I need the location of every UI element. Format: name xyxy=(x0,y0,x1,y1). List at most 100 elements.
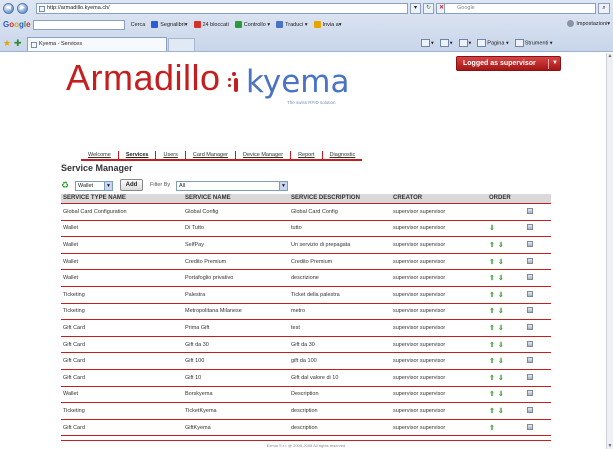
menu-item-users[interactable]: Users xyxy=(156,151,186,159)
feeds-button[interactable]: ▾ xyxy=(439,39,453,47)
browser-search-input[interactable]: Google xyxy=(444,3,596,14)
star-icon xyxy=(151,21,159,28)
cell-edit xyxy=(525,286,551,304)
order-arrows-icon[interactable]: ⇑ xyxy=(489,425,498,432)
popup-blocked-button[interactable]: 24 bloccati xyxy=(193,21,229,28)
menu-item-services[interactable]: Services xyxy=(119,151,157,159)
table-row[interactable]: Wallet Credito Premium Credito Premium supe… xyxy=(61,253,551,271)
translate-icon xyxy=(276,21,284,28)
cell-type: Ticketing xyxy=(61,303,183,321)
table-row[interactable]: Wallet Borskyema Description supervisor sup… xyxy=(61,386,551,404)
cell-order: ⇑⇓ xyxy=(487,303,525,321)
tab-kyema-services[interactable]: Kyema - Services xyxy=(27,37,167,51)
order-arrows-icon[interactable]: ⇑⇓ xyxy=(489,259,507,266)
cell-creator: supervisor supervisor xyxy=(391,286,487,304)
table-row[interactable]: Gift Card Prima Gift test supervisor superv… xyxy=(61,319,551,337)
table-row[interactable]: Wallet Di Tutto tutto supervisor supervisor… xyxy=(61,220,551,238)
edit-icon[interactable] xyxy=(527,307,533,314)
home-button[interactable]: ▾ xyxy=(421,39,434,47)
edit-icon[interactable] xyxy=(527,257,533,264)
settings-icon xyxy=(567,20,575,27)
refresh-icon[interactable]: ↻ xyxy=(423,3,434,14)
menu-item-report[interactable]: Report xyxy=(291,151,323,159)
order-arrows-icon[interactable]: ⇑⇓ xyxy=(489,292,507,299)
edit-icon[interactable] xyxy=(527,423,533,430)
order-arrows-icon[interactable]: ⇑⇓ xyxy=(489,342,507,349)
edit-icon[interactable] xyxy=(527,323,533,330)
footer-text: Exmia S.r.l. @ 2005-2008 All rights rese… xyxy=(266,443,346,448)
cell-edit xyxy=(525,236,551,254)
edit-icon[interactable] xyxy=(527,207,533,214)
scroll-down-icon[interactable]: ▼ xyxy=(607,443,613,449)
table-row[interactable]: Gift Card Gift 100 gift da 100 supervisor s… xyxy=(61,352,551,370)
forward-button[interactable]: ▶ xyxy=(17,2,28,14)
address-bar[interactable]: http://armadillo.kyema.ch/ xyxy=(36,3,408,14)
logged-user-menu[interactable]: Logged as supervisor ▼ xyxy=(456,56,561,71)
order-arrows-icon[interactable]: ⇑⇓ xyxy=(489,375,507,382)
order-arrows-icon[interactable]: ⇑⇓ xyxy=(489,242,507,249)
menu-item-welcome[interactable]: Welcome xyxy=(81,151,119,159)
cell-creator: supervisor supervisor xyxy=(391,236,487,254)
add-button[interactable]: Add xyxy=(120,179,143,191)
back-button[interactable]: ◀ xyxy=(3,2,14,14)
table-row[interactable]: Global Card Configuration Global Config Gl… xyxy=(61,203,551,221)
edit-icon[interactable] xyxy=(527,373,533,380)
cell-order: ⇑ xyxy=(487,419,525,437)
edit-icon[interactable] xyxy=(527,290,533,297)
invia-button[interactable]: Invia a▾ xyxy=(313,21,342,28)
order-arrows-icon[interactable]: ⇑⇓ xyxy=(489,408,507,415)
add-favorite-icon[interactable]: ✚ xyxy=(14,38,22,49)
table-row[interactable]: Wallet Portafoglio privativo descrizione su… xyxy=(61,269,551,287)
controllo-label: Controllo ▾ xyxy=(243,21,271,28)
menu-item-card-manager[interactable]: Card Manager xyxy=(186,151,237,159)
search-go-icon[interactable]: ⌕ xyxy=(598,3,610,14)
footer-divider xyxy=(61,440,551,441)
menu-item-device-manager[interactable]: Device Manager xyxy=(236,151,292,159)
impostazioni-button[interactable]: Impostazioni▾ xyxy=(567,20,610,27)
order-arrows-icon[interactable]: ⇑⇓ xyxy=(489,308,507,315)
table-row[interactable]: Wallet SelfPay Un servizio di prepagata sup… xyxy=(61,236,551,254)
cell-creator: supervisor supervisor xyxy=(391,253,487,271)
address-dropdown-icon[interactable]: ▾ xyxy=(410,3,421,14)
edit-icon[interactable] xyxy=(527,274,533,281)
column-header: ORDER xyxy=(487,194,525,204)
edit-icon[interactable] xyxy=(527,224,533,231)
order-arrows-icon[interactable]: ⇑⇓ xyxy=(489,358,507,365)
new-tab-button[interactable] xyxy=(168,38,195,51)
edit-icon[interactable] xyxy=(527,340,533,347)
table-row[interactable]: Ticketing Palestra Ticket della palestra su… xyxy=(61,286,551,304)
edit-icon[interactable] xyxy=(527,357,533,364)
filter-label: Filter By xyxy=(150,182,171,188)
table-row[interactable]: Ticketing TicketKyema description superviso… xyxy=(61,402,551,420)
strumenti-button[interactable]: Strumenti ▾ xyxy=(514,39,553,47)
favorites-star-icon[interactable]: ★ xyxy=(3,38,11,49)
order-arrows-icon[interactable]: ⇑⇓ xyxy=(489,391,507,398)
edit-icon[interactable] xyxy=(527,240,533,247)
cerca-button[interactable]: Cerca xyxy=(131,22,146,28)
order-arrows-icon[interactable]: ⇓ xyxy=(489,225,498,232)
traduci-button[interactable]: Traduci ▾ xyxy=(276,21,308,28)
vertical-scrollbar[interactable]: ▲ ▼ xyxy=(606,53,613,449)
pagina-button[interactable]: Pagina ▾ xyxy=(477,39,509,47)
order-arrows-icon[interactable]: ⇑⇓ xyxy=(489,275,507,282)
edit-icon[interactable] xyxy=(527,390,533,397)
cell-name: Prima Gift xyxy=(183,319,289,337)
cell-creator: supervisor supervisor xyxy=(391,386,487,404)
menu-item-diagnostic[interactable]: Diagnostic xyxy=(323,151,363,159)
table-row[interactable]: Ticketing Metropolitana Milanese metro supe… xyxy=(61,303,551,321)
edit-icon[interactable] xyxy=(527,406,533,413)
table-row[interactable]: Gift Card Gift da 30 Gift da 30 supervisor … xyxy=(61,336,551,354)
segnalibri-button[interactable]: Segnalibri▾ xyxy=(151,21,188,28)
order-arrows-icon[interactable]: ⇑⇓ xyxy=(489,325,507,332)
refresh-icon[interactable]: ♻ xyxy=(61,181,69,190)
service-type-select[interactable]: Wallet ▼ xyxy=(75,181,113,191)
traduci-label: Traduci ▾ xyxy=(285,21,308,28)
table-row[interactable]: Gift Card GiftKyema description supervisor … xyxy=(61,419,551,437)
scroll-up-icon[interactable]: ▲ xyxy=(607,53,613,59)
google-toolbar-search[interactable] xyxy=(32,19,125,30)
table-row[interactable]: Gift Card Gift 10 Gift dal valore di 10 sup… xyxy=(61,369,551,387)
print-button[interactable]: ▾ xyxy=(458,39,471,47)
cell-type: Gift Card xyxy=(61,419,183,437)
controllo-button[interactable]: Controllo ▾ xyxy=(234,21,271,28)
filter-select[interactable]: All ▼ xyxy=(176,181,288,191)
